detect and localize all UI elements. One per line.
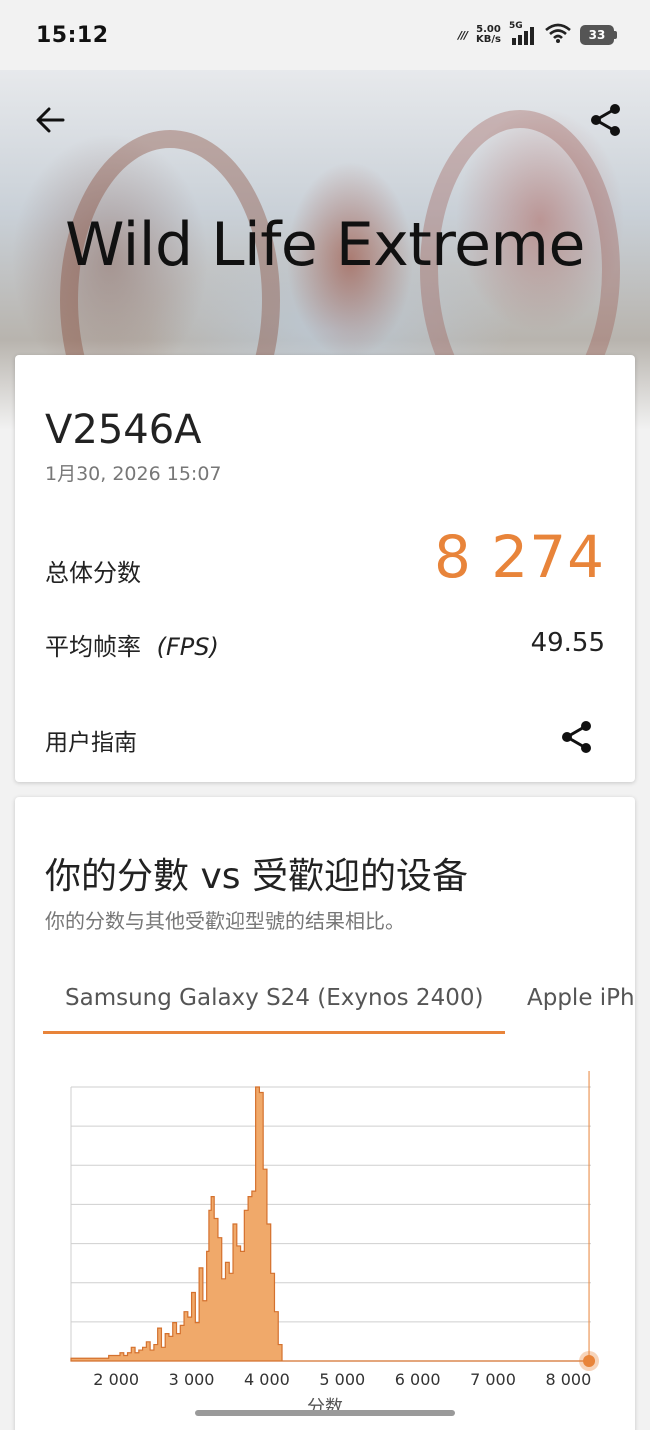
status-time: 15:12: [36, 22, 109, 48]
signal-icon: 5G: [509, 21, 536, 45]
comparison-card: 你的分數 vs 受歡迎的设备 你的分数与其他受歡迎型號的结果相比。 Samsun…: [15, 797, 635, 1430]
device-name: V2546A: [45, 407, 202, 453]
back-button[interactable]: [30, 100, 70, 140]
x-tick-label: 7 000: [470, 1370, 516, 1389]
fps-unit: (FPS): [156, 633, 219, 661]
arrow-left-icon: [36, 107, 65, 133]
fps-label-row: 平均帧率 (FPS): [45, 627, 219, 662]
comparison-subtitle: 你的分数与其他受歡迎型號的结果相比。: [45, 909, 405, 933]
tab-apple-iphone[interactable]: Apple iPhone: [527, 985, 635, 1011]
x-tick-label: 8 000: [545, 1370, 591, 1389]
share-icon: [562, 721, 591, 753]
speed-unit: KB/s: [476, 34, 501, 45]
x-tick-label: 5 000: [319, 1370, 365, 1389]
device-tabs: Samsung Galaxy S24 (Exynos 2400) Apple i…: [43, 977, 635, 1037]
battery-icon: 33: [580, 25, 617, 45]
your-score-marker: [583, 1355, 596, 1367]
share-icon: [591, 104, 620, 136]
carrier-icon: ///: [457, 28, 468, 42]
tab-samsung-galaxy-s24[interactable]: Samsung Galaxy S24 (Exynos 2400): [65, 985, 483, 1011]
network-speed: 5.00 KB/s: [476, 25, 501, 45]
result-card: V2546A 1月30, 2026 15:07 总体分数 8 274 平均帧率 …: [15, 355, 635, 782]
wifi-icon: [545, 23, 571, 47]
x-tick-label: 6 000: [395, 1370, 441, 1389]
overall-score-label: 总体分数: [45, 559, 141, 587]
comparison-title: 你的分數 vs 受歡迎的设备: [45, 856, 468, 897]
fps-value: 49.55: [530, 628, 605, 658]
tab-selected-indicator: [43, 1031, 505, 1034]
share-result-button[interactable]: [557, 717, 597, 757]
overall-score-value: 8 274: [433, 523, 605, 591]
distribution-area: [70, 1086, 591, 1362]
share-button[interactable]: [586, 100, 626, 140]
home-indicator[interactable]: [195, 1410, 455, 1416]
user-guide-link[interactable]: 用户指南: [45, 723, 137, 757]
fps-label: 平均帧率: [45, 633, 141, 661]
status-bar: 15:12 /// 5.00 KB/s 5G 33: [0, 0, 650, 70]
benchmark-title: Wild Life Extreme: [65, 210, 585, 280]
x-tick-label: 3 000: [169, 1370, 215, 1389]
status-icons: /// 5.00 KB/s 5G 33: [457, 21, 617, 47]
x-tick-label: 2 000: [93, 1370, 139, 1389]
network-type: 5G: [509, 21, 523, 31]
x-tick-label: 4 000: [244, 1370, 290, 1389]
result-date: 1月30, 2026 15:07: [45, 463, 222, 485]
score-distribution-chart: 2 000 3 000 4 000 5 000 6 000 7 000 8 000分数: [70, 1071, 600, 1418]
